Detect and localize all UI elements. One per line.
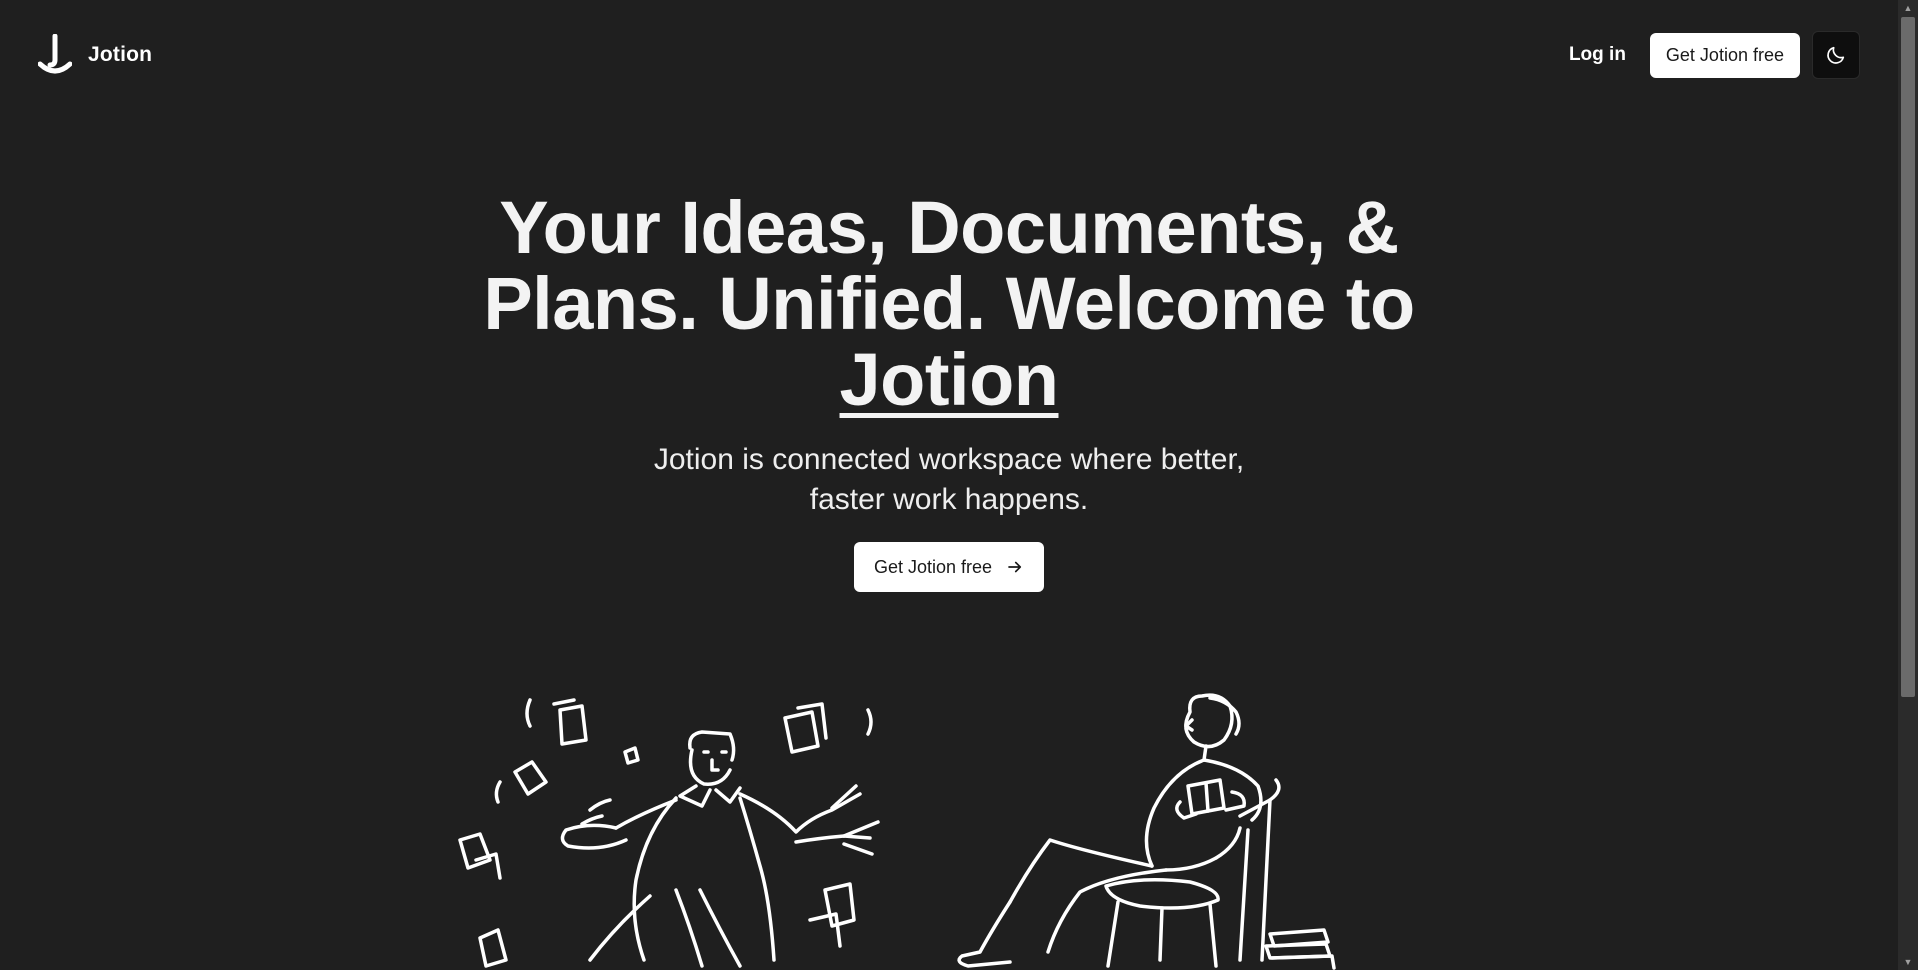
theme-toggle-button[interactable]	[1812, 31, 1860, 79]
person-reading-in-chair-illustration	[957, 693, 1336, 970]
hero-section: Your Ideas, Documents, & Plans. Unified.…	[0, 190, 1898, 592]
brand-name: Jotion	[88, 43, 153, 66]
hero-cta-label: Get Jotion free	[873, 556, 993, 577]
nav-actions: Log in Get Jotion free	[1545, 31, 1860, 79]
person-throwing-papers-illustration	[458, 698, 880, 968]
login-link[interactable]: Log in	[1545, 34, 1650, 76]
scroll-down-arrow-icon[interactable]: ▼	[1898, 954, 1918, 970]
get-jotion-free-hero-button[interactable]: Get Jotion free	[853, 542, 1045, 592]
scroll-up-arrow-icon[interactable]: ▲	[1898, 0, 1918, 16]
navbar: Jotion Log in Get Jotion free	[0, 0, 1898, 110]
landing-page: Jotion Log in Get Jotion free Your Ideas…	[0, 0, 1918, 970]
scrollbar-thumb[interactable]	[1901, 17, 1915, 697]
hero-headline: Your Ideas, Documents, & Plans. Unified.…	[469, 190, 1429, 418]
moon-icon	[1827, 46, 1845, 64]
hero-headline-brand: Jotion	[839, 338, 1059, 421]
arrow-right-icon	[1008, 561, 1022, 573]
brand-logo-link[interactable]: Jotion	[38, 34, 152, 76]
page-scrollbar[interactable]: ▲ ▼	[1898, 0, 1918, 970]
jotion-logo-icon	[38, 34, 72, 74]
hero-headline-text: Your Ideas, Documents, & Plans. Unified.…	[483, 186, 1415, 345]
get-jotion-free-nav-button[interactable]: Get Jotion free	[1649, 32, 1800, 78]
hero-subheadline: Jotion is connected workspace where bett…	[653, 443, 1245, 516]
